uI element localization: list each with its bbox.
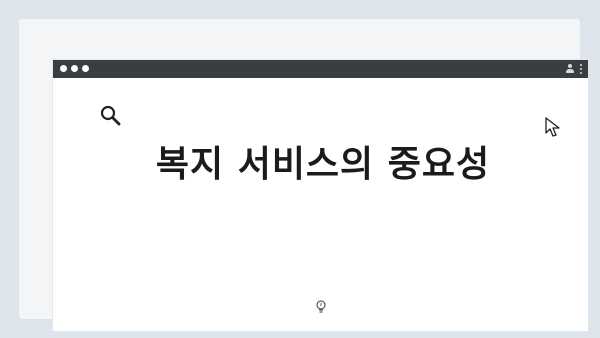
search-icon[interactable] xyxy=(99,104,123,128)
browser-window: 복지 서비스의 중요성 xyxy=(52,59,589,332)
window-titlebar xyxy=(53,60,588,78)
titlebar-actions xyxy=(565,63,582,74)
window-control-dot[interactable] xyxy=(71,65,78,72)
page-headline: 복지 서비스의 중요성 xyxy=(155,144,491,185)
user-icon[interactable] xyxy=(565,63,575,74)
cursor-pointer-icon xyxy=(545,117,560,137)
window-control-dot[interactable] xyxy=(82,65,89,72)
window-control-dot[interactable] xyxy=(60,65,67,72)
window-controls xyxy=(60,65,89,72)
page-background: 복지 서비스의 중요성 xyxy=(0,0,600,338)
card: 복지 서비스의 중요성 xyxy=(19,19,589,332)
kebab-menu-icon[interactable] xyxy=(580,63,582,74)
lightbulb-icon xyxy=(316,300,326,313)
